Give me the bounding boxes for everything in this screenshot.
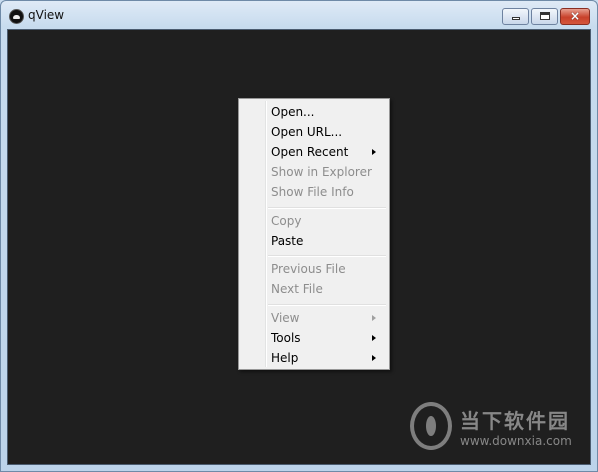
- menu-item-label: View: [271, 311, 300, 325]
- menu-item-show-in-explorer[interactable]: Show in Explorer: [241, 162, 387, 182]
- menu-item-label: Paste: [271, 234, 304, 248]
- qview-app-icon[interactable]: [9, 9, 24, 24]
- submenu-arrow-icon: [372, 149, 376, 155]
- maximize-icon: [540, 12, 550, 20]
- maximize-button[interactable]: [531, 8, 558, 25]
- context-menu: Open... Open URL... Open Recent Show in …: [238, 98, 390, 370]
- submenu-arrow-icon: [372, 355, 376, 361]
- menu-item-label: Previous File: [271, 262, 346, 276]
- menu-item-view[interactable]: View: [241, 308, 387, 328]
- menu-item-help[interactable]: Help: [241, 348, 387, 368]
- menu-item-open[interactable]: Open...: [241, 102, 387, 122]
- menu-item-open-recent[interactable]: Open Recent: [241, 142, 387, 162]
- window-title: qView: [28, 8, 65, 22]
- minimize-button[interactable]: [502, 8, 529, 25]
- menu-item-label: Show File Info: [271, 185, 354, 199]
- menu-separator: [268, 255, 386, 257]
- menu-item-label: Help: [271, 351, 299, 365]
- menu-item-next-file[interactable]: Next File: [241, 279, 387, 299]
- watermark-url: www.downxia.com: [460, 434, 572, 448]
- menu-separator: [268, 304, 386, 306]
- menu-item-label: Next File: [271, 282, 323, 296]
- title-bar[interactable]: qView ×: [1, 1, 597, 29]
- menu-item-label: Open...: [271, 105, 315, 119]
- menu-item-label: Open URL...: [271, 125, 343, 139]
- menu-item-label: Copy: [271, 214, 302, 228]
- menu-item-open-url[interactable]: Open URL...: [241, 122, 387, 142]
- minimize-icon: [512, 17, 520, 20]
- menu-item-copy[interactable]: Copy: [241, 211, 387, 231]
- menu-item-label: Open Recent: [271, 145, 349, 159]
- menu-item-paste[interactable]: Paste: [241, 231, 387, 251]
- menu-item-tools[interactable]: Tools: [241, 328, 387, 348]
- watermark-title: 当下软件园: [460, 409, 570, 433]
- menu-separator: [268, 207, 386, 209]
- close-button[interactable]: ×: [560, 8, 590, 25]
- menu-item-label: Tools: [271, 331, 301, 345]
- menu-item-show-file-info[interactable]: Show File Info: [241, 182, 387, 202]
- close-icon: ×: [569, 9, 581, 23]
- menu-item-label: Show in Explorer: [271, 165, 372, 179]
- site-watermark: 当下软件园 www.downxia.com: [410, 402, 590, 458]
- watermark-logo-icon: [410, 402, 452, 450]
- menu-item-previous-file[interactable]: Previous File: [241, 259, 387, 279]
- submenu-arrow-icon: [372, 335, 376, 341]
- submenu-arrow-icon: [372, 315, 376, 321]
